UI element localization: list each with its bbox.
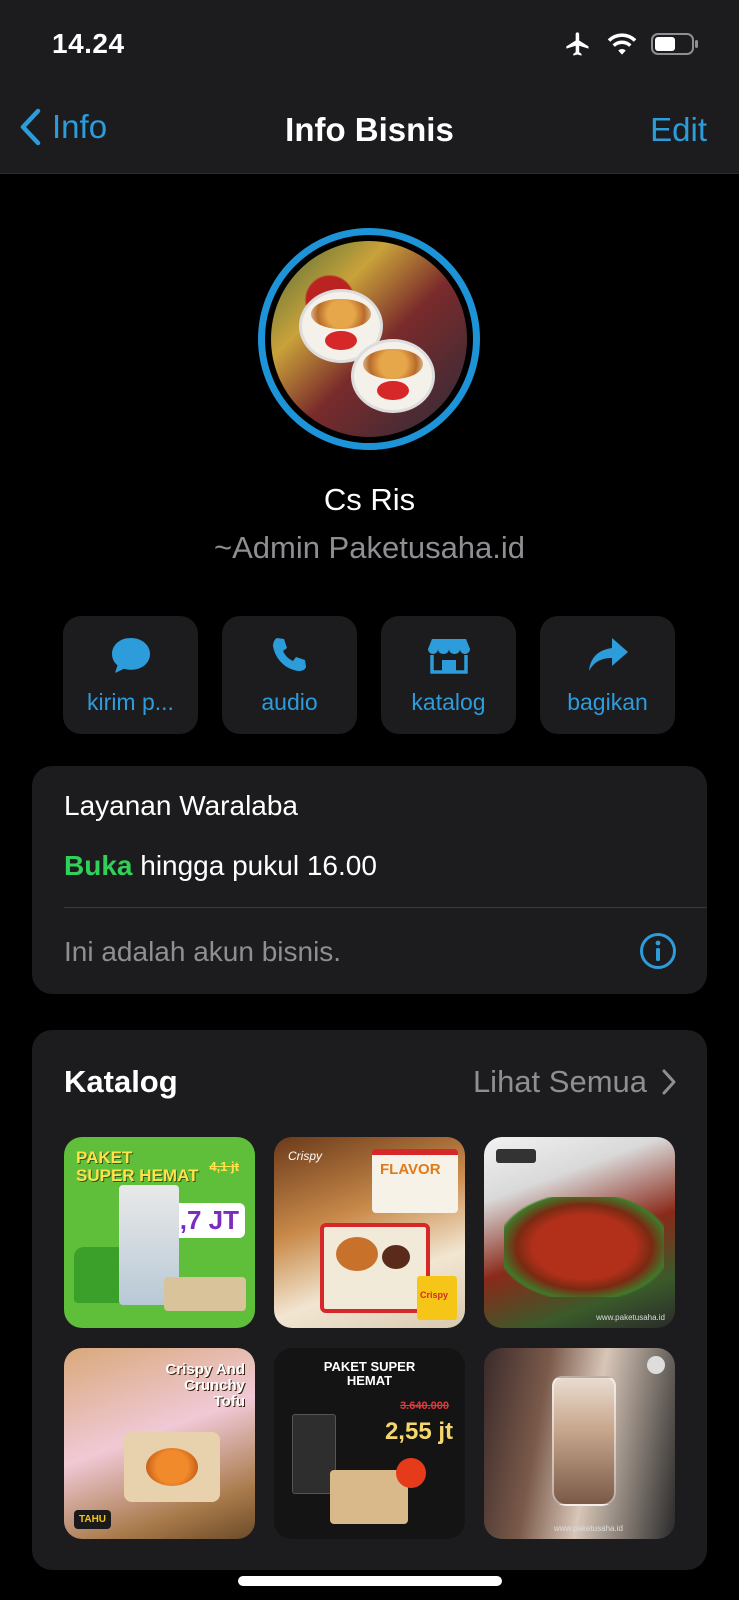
- catalog-item-title: Crispy And: [165, 1361, 245, 1378]
- home-indicator[interactable]: [238, 1576, 502, 1586]
- airplane-icon: [566, 32, 589, 56]
- info-icon[interactable]: [639, 932, 677, 970]
- catalog-item[interactable]: Crispy FLAVOR Crispy: [274, 1137, 465, 1328]
- status-time: 14.24: [52, 28, 125, 59]
- audio-button-label: audio: [261, 688, 318, 715]
- website-label: www.paketusaha.id: [596, 1313, 665, 1322]
- share-button-label: bagikan: [567, 688, 648, 715]
- see-all-label: Lihat Semua: [472, 1064, 647, 1099]
- product-box-image: FLAVOR: [372, 1149, 458, 1213]
- open-status: Buka: [64, 850, 133, 881]
- old-price: 4,1 jt: [209, 1159, 239, 1174]
- chevron-right-icon: [662, 1069, 676, 1095]
- noodle-bowl-image: [351, 339, 435, 413]
- catalog-item-subtitle: HEMAT: [346, 1372, 393, 1388]
- product-box-image: [164, 1277, 246, 1311]
- business-hours: Buka hingga pukul 16.00: [64, 850, 377, 882]
- drink-cup-image: [552, 1376, 616, 1506]
- status-icons: [563, 30, 699, 58]
- catalog-grid: PAKET SUPER HEMAT 4,1 jt 2,7 JT Crispy F…: [64, 1137, 675, 1539]
- divider: [64, 907, 707, 908]
- catalog-item-subtitle: Crunchy: [184, 1376, 245, 1394]
- edit-button[interactable]: Edit: [650, 111, 707, 149]
- burger-image: [504, 1197, 664, 1297]
- business-account-note: Ini adalah akun bisnis.: [64, 936, 342, 967]
- phone-icon: [272, 637, 306, 671]
- catalog-item[interactable]: PAKET SUPER HEMAT 4,1 jt 2,7 JT: [64, 1137, 255, 1328]
- promo-badge: [396, 1458, 426, 1488]
- message-button[interactable]: kirim p...: [63, 616, 198, 734]
- share-icon: [588, 637, 628, 671]
- status-bar: 14.24: [0, 0, 739, 90]
- message-button-label: kirim p...: [87, 688, 174, 715]
- catalog-item-title: PAKET SUPER: [323, 1359, 416, 1374]
- brand-logo: [647, 1356, 665, 1374]
- catalog-button-label: katalog: [411, 688, 486, 715]
- audio-call-button[interactable]: audio: [222, 616, 357, 734]
- wifi-icon: [607, 33, 637, 55]
- catalog-title: Katalog: [64, 1064, 178, 1099]
- catalog-item[interactable]: www.paketusaha.id: [484, 1348, 675, 1539]
- avatar-photo: [271, 241, 467, 437]
- profile-name: Cs Ris: [323, 482, 416, 517]
- catalog-item-subtitle: SUPER HEMAT: [76, 1165, 199, 1185]
- profile-subtitle: ~Admin Paketusaha.id: [213, 530, 526, 565]
- share-button[interactable]: bagikan: [540, 616, 675, 734]
- catalog-item-brand: Crispy: [288, 1149, 323, 1163]
- catalog-item[interactable]: Crispy And Crunchy Tofu TAHU: [64, 1348, 255, 1539]
- catalog-button[interactable]: katalog: [381, 616, 516, 734]
- box-label: FLAVOR: [380, 1161, 441, 1178]
- brand-logo: TAHU: [74, 1510, 112, 1529]
- old-price: 3.640.000: [400, 1400, 449, 1412]
- food-box-image: [320, 1223, 430, 1313]
- see-all-link[interactable]: Lihat Semua: [473, 1064, 677, 1100]
- message-icon: [111, 637, 150, 673]
- website-label: www.paketusaha.id: [554, 1524, 623, 1533]
- catalog-item-subtitle: Tofu: [213, 1392, 245, 1410]
- tofu-plate-image: [124, 1432, 220, 1502]
- battery-icon: [651, 33, 698, 55]
- page-title: Info Bisnis: [285, 111, 454, 148]
- storefront-icon: [427, 638, 470, 674]
- navigation-bar: Info Info Bisnis Edit: [0, 90, 739, 174]
- profile-avatar[interactable]: [258, 228, 480, 450]
- catalog-item[interactable]: www.paketusaha.id: [484, 1137, 675, 1328]
- business-category: Layanan Waralaba: [64, 790, 299, 821]
- brand-logo: [496, 1149, 536, 1163]
- catalog-card: Katalog Lihat Semua PAKET SUPER HEMAT 4,…: [32, 1030, 707, 1570]
- price-tag: 2,55 jt: [384, 1418, 453, 1445]
- catalog-item-title: PAKET: [76, 1148, 133, 1167]
- business-info-card: Layanan Waralaba Buka hingga pukul 16.00…: [32, 766, 707, 994]
- product-box-image: Crispy: [417, 1276, 457, 1320]
- box-label: Crispy: [420, 1290, 449, 1300]
- hours-text: hingga pukul 16.00: [132, 850, 377, 881]
- catalog-item[interactable]: PAKET SUPER HEMAT 3.640.000 2,55 jt: [274, 1348, 465, 1539]
- action-buttons: kirim p... audio katalog bagikan: [63, 616, 675, 734]
